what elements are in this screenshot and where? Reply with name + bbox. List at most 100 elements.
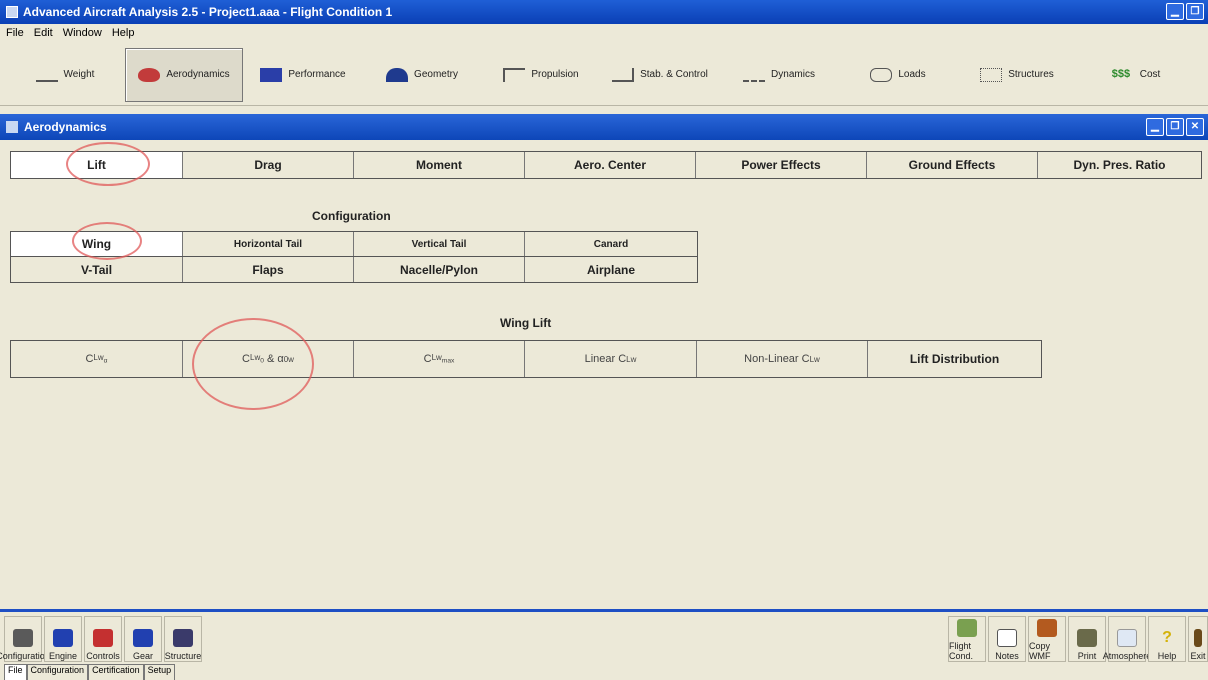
status-tab-setup[interactable]: Setup	[143, 664, 176, 680]
help-tool-button[interactable]: ? Help	[1148, 616, 1186, 662]
config-nacelle-pylon[interactable]: Nacelle/Pylon	[354, 257, 525, 282]
flight-path-icon	[957, 619, 977, 637]
tool-label: Exit	[1190, 651, 1206, 661]
config-flaps[interactable]: Flaps	[183, 257, 354, 282]
status-tab-configuration[interactable]: Configuration	[26, 664, 89, 680]
structure-icon	[173, 629, 193, 647]
tab-ground-effects[interactable]: Ground Effects	[867, 152, 1038, 178]
module-propulsion-button[interactable]: Propulsion	[482, 48, 600, 102]
module-aerodynamics-button[interactable]: Aerodynamics	[125, 47, 243, 102]
menu-edit[interactable]: Edit	[34, 27, 53, 39]
tab-power-effects[interactable]: Power Effects	[696, 152, 867, 178]
module-label: Stab. & Control	[640, 69, 708, 80]
wave-icon	[743, 68, 766, 82]
bottom-toolbar-right: Flight Cond. Notes Copy WMF Print Atmosp…	[948, 612, 1208, 662]
coef-sub: Lw	[250, 353, 261, 363]
atmosphere-icon	[1117, 629, 1137, 647]
structure-icon	[980, 67, 1003, 82]
tab-dyn-pres-ratio[interactable]: Dyn. Pres. Ratio	[1038, 152, 1201, 178]
module-dynamics-button[interactable]: Dynamics	[720, 48, 838, 102]
module-stab-control-button[interactable]: Stab. & Control	[601, 48, 719, 102]
panel-title: Aerodynamics	[24, 120, 107, 134]
atmosphere-tool-button[interactable]: Atmosphere	[1103, 616, 1151, 662]
copy-icon	[1037, 619, 1057, 637]
module-label: Weight	[63, 69, 95, 80]
coef-sub: Lw	[93, 353, 104, 363]
config-canard[interactable]: Canard	[525, 232, 697, 256]
coef-sub: Lw	[809, 354, 820, 364]
config-vertical-tail[interactable]: Vertical Tail	[354, 232, 525, 256]
restore-icon[interactable]: ❐	[1166, 118, 1184, 136]
module-cost-button[interactable]: $$$ Cost	[1077, 48, 1195, 102]
exit-icon	[1194, 629, 1202, 647]
panel-controls: ▁ ❐ ✕	[1146, 118, 1204, 136]
airfoil-icon	[138, 67, 161, 82]
tab-aero-center[interactable]: Aero. Center	[525, 152, 696, 178]
menu-help[interactable]: Help	[112, 27, 135, 39]
menu-file[interactable]: File	[6, 27, 24, 39]
structure-tool-button[interactable]: Structure	[164, 616, 202, 662]
controls-tool-button[interactable]: Controls	[84, 616, 122, 662]
module-label: Aerodynamics	[166, 69, 230, 80]
wing-lift-linear-cl[interactable]: Linear C Lw	[525, 341, 697, 377]
tab-drag[interactable]: Drag	[183, 152, 354, 178]
tool-label: Engine	[48, 651, 78, 661]
tool-label: Copy WMF	[1029, 641, 1051, 661]
wing-lift-distribution[interactable]: Lift Distribution	[868, 341, 1041, 377]
configuration-row-1: Wing Horizontal Tail Vertical Tail Canar…	[10, 231, 698, 257]
close-icon[interactable]: ✕	[1186, 118, 1204, 136]
coef-sub: Lw	[626, 354, 637, 364]
status-tab-certification[interactable]: Certification	[88, 664, 144, 680]
wing-lift-nonlinear-cl[interactable]: Non-Linear C Lw	[697, 341, 868, 377]
status-tab-file[interactable]: File	[4, 664, 27, 680]
config-horizontal-tail[interactable]: Horizontal Tail	[183, 232, 354, 256]
tool-label: Help	[1157, 651, 1177, 661]
window-titlebar: Advanced Aircraft Analysis 2.5 - Project…	[0, 0, 1208, 24]
loads-icon	[870, 67, 893, 82]
config-wing[interactable]: Wing	[11, 232, 183, 256]
menu-window[interactable]: Window	[63, 27, 102, 39]
dollar-icon: $$$	[1111, 67, 1131, 80]
engine-tool-button[interactable]: Engine	[44, 616, 82, 662]
module-geometry-button[interactable]: Geometry	[363, 48, 481, 102]
flight-condition-tool-button[interactable]: Flight Cond.	[948, 616, 986, 662]
minimize-icon[interactable]: ▁	[1166, 3, 1184, 20]
tool-label: Atmosphere	[1102, 651, 1152, 661]
exit-tool-button[interactable]: Exit	[1188, 616, 1208, 662]
wing-lift-cl-alpha[interactable]: C Lwα	[11, 341, 183, 377]
notes-tool-button[interactable]: Notes	[988, 616, 1026, 662]
control-surface-icon	[612, 67, 635, 82]
copy-wmf-tool-button[interactable]: Copy WMF	[1028, 616, 1066, 662]
module-loads-button[interactable]: Loads	[839, 48, 957, 102]
minimize-icon[interactable]: ▁	[1146, 118, 1164, 136]
window-title: Advanced Aircraft Analysis 2.5 - Project…	[23, 5, 393, 19]
wing-lift-cl-max[interactable]: C Lwmax	[354, 341, 525, 377]
coef-extra: & α	[266, 353, 284, 365]
config-v-tail[interactable]: V-Tail	[11, 257, 183, 282]
performance-icon	[260, 67, 283, 82]
configuration-heading: Configuration	[312, 209, 391, 223]
restore-icon[interactable]: ❐	[1186, 3, 1204, 20]
coef-main: C	[423, 353, 432, 365]
tool-label: Configuration	[0, 651, 50, 661]
gear-tool-button[interactable]: Gear	[124, 616, 162, 662]
module-weight-button[interactable]: Weight	[6, 48, 124, 102]
status-tabs: File Configuration Certification Setup	[4, 664, 176, 680]
module-label: Structures	[1008, 69, 1054, 80]
coef-main: Linear C	[584, 353, 627, 365]
tab-lift[interactable]: Lift	[11, 152, 183, 178]
wing-lift-cl-zero-alpha-zero[interactable]: C Lw0 & α 0w	[183, 341, 354, 377]
controls-icon	[93, 629, 113, 647]
coef-main: Non-Linear C	[744, 353, 810, 365]
module-structures-button[interactable]: Structures	[958, 48, 1076, 102]
config-airplane[interactable]: Airplane	[525, 257, 697, 282]
panel-icon	[6, 121, 18, 133]
module-label: Dynamics	[771, 69, 815, 80]
module-performance-button[interactable]: Performance	[244, 48, 362, 102]
configuration-tool-button[interactable]: Configuration	[0, 616, 50, 662]
tool-label: Structure	[164, 651, 202, 661]
tab-moment[interactable]: Moment	[354, 152, 525, 178]
module-label: Geometry	[414, 69, 458, 80]
print-tool-button[interactable]: Print	[1068, 616, 1106, 662]
configuration-row-2: V-Tail Flaps Nacelle/Pylon Airplane	[10, 257, 698, 283]
